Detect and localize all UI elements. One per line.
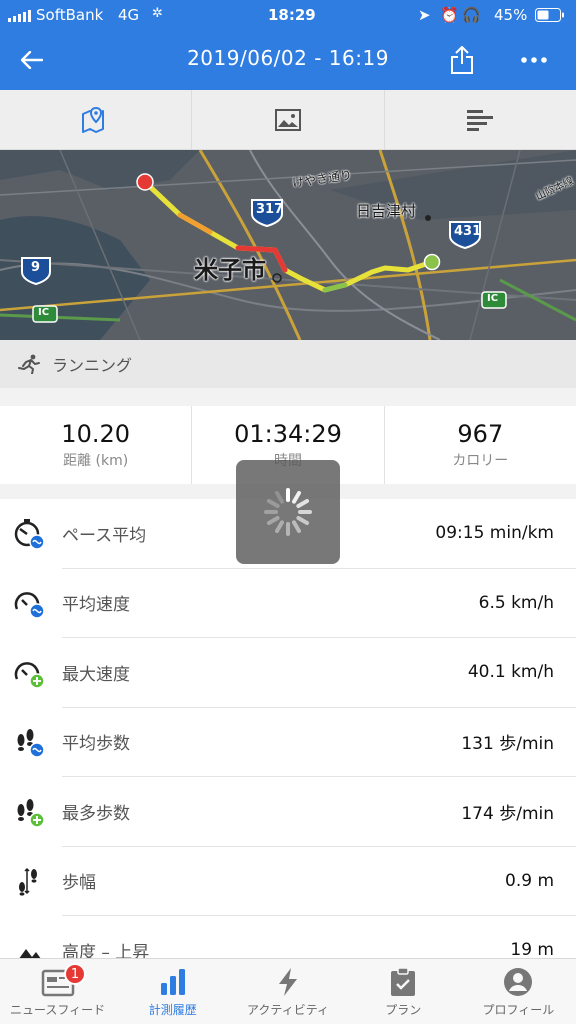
tab-profile[interactable]: プロフィール (461, 959, 576, 1024)
stat-label: 最多歩数 (62, 803, 130, 824)
stride-icon (19, 868, 37, 896)
stat-value: 0.9 m (505, 870, 554, 891)
tab-label: プラン (385, 1003, 422, 1017)
lightning-icon (279, 968, 297, 996)
speedometer-max-icon (14, 661, 45, 689)
page-title: 2019/06/02 - 16:19 (187, 46, 389, 70)
summary-distance: 10.20 距離 (km) (0, 406, 193, 484)
route-number-label: 317 (256, 202, 284, 217)
clock: 18:29 (268, 6, 316, 24)
distance-value: 10.20 (61, 420, 131, 448)
map-icon (81, 106, 104, 133)
tab-photos[interactable] (192, 90, 385, 149)
running-icon (18, 354, 40, 374)
tab-history[interactable]: 計測履歴 (115, 959, 230, 1024)
distance-label: 距離 (km) (63, 453, 129, 469)
loading-spinner (236, 460, 340, 564)
network-type: 4G (118, 6, 140, 24)
battery-icon (535, 8, 564, 22)
stat-value: 174 歩/min (461, 803, 554, 824)
history-chart-icon (160, 969, 185, 995)
tab-plan[interactable]: プラン (346, 959, 461, 1024)
tab-label: ニュースフィード (10, 1003, 106, 1017)
tab-splits[interactable] (385, 90, 576, 149)
carrier-name: SoftBank (36, 6, 104, 24)
tab-label: アクティビティ (247, 1003, 329, 1017)
nav-bar: 2019/06/02 - 16:19 (0, 30, 576, 90)
alarm-icon: ⏰ (440, 6, 459, 24)
stat-row-max-cadence[interactable]: 最多歩数 174 歩/min (0, 777, 576, 847)
stat-value: 09:15 min/km (435, 523, 554, 544)
share-button[interactable] (442, 40, 482, 80)
notification-badge: 1 (64, 963, 86, 985)
route-number-label: 431 (454, 224, 482, 239)
footsteps-max-icon (17, 798, 45, 828)
route-number-label: 9 (31, 260, 41, 275)
stats-list: ペース平均 09:15 min/km 平均速度 6.5 km/h 最大速度 40… (0, 499, 576, 986)
loading-icon: ✲ (152, 6, 163, 21)
battery-percent: 45% (494, 6, 528, 24)
activity-type-row: ランニング (0, 340, 576, 388)
speedometer-avg-icon (14, 592, 45, 619)
calories-label: カロリー (452, 453, 509, 469)
tab-label: プロフィール (482, 1003, 555, 1017)
footsteps-avg-icon (17, 729, 45, 758)
stopwatch-avg-icon (14, 518, 45, 550)
stat-value: 6.5 km/h (478, 592, 554, 613)
ic-label: IC (487, 293, 499, 304)
location-icon: ➤ (418, 6, 431, 24)
stat-value: 131 歩/min (461, 734, 554, 755)
clipboard-check-icon (391, 967, 416, 996)
stat-row-stride[interactable]: 歩幅 0.9 m (0, 847, 576, 916)
status-bar: SoftBank 4G ✲ 18:29 ➤ ⏰ 🎧 45% (0, 0, 576, 30)
activity-type-label: ランニング (52, 356, 133, 375)
more-icon (521, 57, 547, 63)
share-icon (451, 46, 473, 74)
calories-value: 967 (457, 420, 504, 448)
stat-label: ペース平均 (62, 525, 147, 546)
tab-newsfeed[interactable]: 1 ニュースフィード (0, 959, 115, 1024)
bar-list-icon (467, 109, 494, 131)
duration-value: 01:34:29 (234, 420, 342, 448)
stat-label: 平均速度 (62, 595, 130, 616)
summary-calories: 967 カロリー (385, 406, 576, 484)
stat-value: 40.1 km/h (467, 662, 554, 683)
headphones-icon: 🎧 (462, 6, 481, 24)
image-icon (274, 108, 301, 131)
tab-activity[interactable]: アクティビティ (230, 959, 345, 1024)
stat-row-avg-speed[interactable]: 平均速度 6.5 km/h (0, 569, 576, 638)
stat-row-avg-cadence[interactable]: 平均歩数 131 歩/min (0, 708, 576, 777)
more-button[interactable] (514, 40, 554, 80)
stat-label: 歩幅 (62, 873, 96, 894)
map-city-label: 米子市 (194, 256, 266, 284)
tab-map[interactable] (0, 90, 193, 149)
stat-label: 平均歩数 (62, 734, 130, 755)
signal-icon (8, 10, 31, 22)
tab-bar: 1 ニュースフィード 計測履歴 アクティビティ プラン プロフィール (0, 958, 576, 1024)
stat-row-max-speed[interactable]: 最大速度 40.1 km/h (0, 638, 576, 708)
map-background (0, 150, 576, 340)
view-tabs (0, 90, 576, 150)
stat-label: 最大速度 (62, 664, 130, 685)
spinner-icon (264, 488, 312, 536)
route-map[interactable]: 317 431 9 IC IC 米子市 けやき通り 日吉津村 山陰本線 (0, 150, 576, 340)
map-place-label: 日吉津村 (356, 202, 417, 220)
profile-icon (504, 968, 533, 996)
ic-label: IC (38, 307, 50, 318)
tab-label: 計測履歴 (148, 1003, 197, 1017)
